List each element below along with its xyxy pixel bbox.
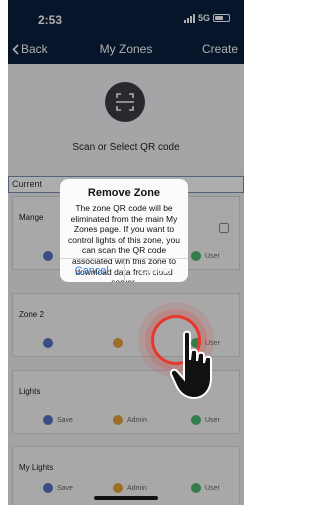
cancel-button[interactable]: Cancel <box>60 259 124 282</box>
dialog-title: Remove Zone <box>87 187 161 199</box>
pointing-hand-icon <box>170 330 212 400</box>
remove-zone-dialog: Remove Zone The zone QR code will be eli… <box>60 179 188 282</box>
dialog-actions: Cancel Delete <box>60 258 188 282</box>
phone-screen: 2:53 5G Back My Zones Create Scan or Sel… <box>8 0 244 505</box>
home-indicator <box>94 496 158 500</box>
screenshot-stage: 2:53 5G Back My Zones Create Scan or Sel… <box>0 0 251 505</box>
delete-button[interactable]: Delete <box>125 259 189 282</box>
